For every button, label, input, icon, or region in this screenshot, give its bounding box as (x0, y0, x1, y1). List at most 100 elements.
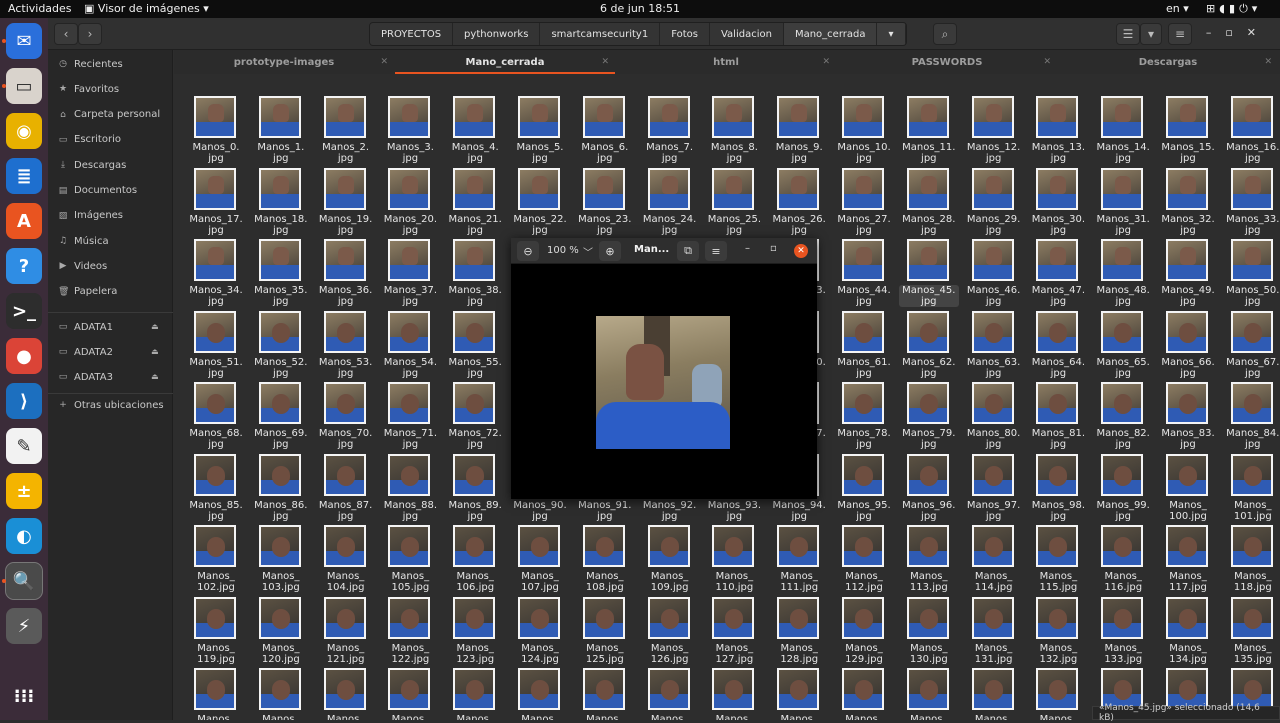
file-item[interactable]: Manos_3. jpg (380, 96, 440, 166)
file-item[interactable]: Manos_ 107.jpg (510, 525, 570, 595)
language-indicator[interactable]: en ▾ (1166, 2, 1189, 15)
file-item[interactable]: Manos_ 130.jpg (899, 596, 959, 667)
file-item[interactable]: Manos_ 129.jpg (834, 596, 894, 667)
file-item[interactable]: Manos_ 118.jpg (1223, 525, 1280, 595)
file-item[interactable]: Manos_55. jpg (445, 310, 505, 381)
file-item[interactable]: Manos_23. jpg (575, 167, 635, 238)
file-item[interactable]: Manos_11. jpg (899, 96, 959, 166)
file-item[interactable]: Manos_26. jpg (769, 167, 829, 238)
file-item[interactable]: Manos_44. jpg (834, 239, 894, 309)
file-item[interactable]: Manos_98. jpg (1028, 453, 1088, 524)
file-item[interactable]: Manos_83. jpg (1158, 382, 1218, 452)
file-item[interactable]: Manos_136.jpg (186, 668, 246, 720)
file-item[interactable]: Manos_32. jpg (1158, 167, 1218, 238)
file-item[interactable]: Manos_50. jpg (1223, 239, 1280, 309)
file-item[interactable]: Manos_ 126.jpg (640, 596, 700, 667)
zoom-out-button[interactable]: ⊖ (517, 241, 539, 261)
file-item[interactable]: Manos_139.jpg (380, 668, 440, 720)
chrome-launcher[interactable]: ● (6, 338, 42, 374)
software-launcher[interactable]: A (6, 203, 42, 239)
file-item[interactable]: Manos_ 120.jpg (251, 596, 311, 667)
file-item[interactable]: Manos_4. jpg (445, 96, 505, 166)
zoom-in-button[interactable]: ⊕ (599, 241, 621, 261)
sidebar-item-3[interactable]: ▭ Escritorio (58, 131, 121, 149)
file-item[interactable]: Manos_24. jpg (640, 167, 700, 238)
file-item[interactable]: Manos_71. jpg (380, 382, 440, 452)
file-item[interactable]: Manos_64. jpg (1028, 310, 1088, 381)
file-item[interactable]: Manos_149.jpg (1028, 668, 1088, 720)
thunderbird-launcher[interactable]: ✉ (6, 23, 42, 59)
file-item[interactable]: Manos_1. jpg (251, 96, 311, 166)
eject-icon[interactable]: ⏏ (151, 347, 159, 356)
file-item[interactable]: Manos_17. jpg (186, 167, 246, 238)
file-item[interactable]: Manos_96. jpg (899, 453, 959, 524)
file-item[interactable]: Manos_ 104.jpg (316, 525, 376, 595)
inkscape-launcher[interactable]: ✎ (6, 428, 42, 464)
image-viewer-launcher[interactable]: 🔍 (5, 562, 43, 600)
file-item[interactable]: Manos_ 111.jpg (769, 525, 829, 595)
file-item[interactable]: Manos_ 102.jpg (186, 525, 246, 595)
file-item[interactable]: Manos_10. jpg (834, 96, 894, 166)
file-item[interactable]: Manos_47. jpg (1028, 239, 1088, 309)
displayed-photo[interactable] (596, 316, 730, 449)
file-item[interactable]: Manos_148.jpg (964, 668, 1024, 720)
file-item[interactable]: Manos_2. jpg (316, 96, 376, 166)
close-icon[interactable]: ✕ (380, 57, 388, 67)
file-item[interactable]: Manos_18. jpg (251, 167, 311, 238)
file-item[interactable]: Manos_144.jpg (704, 668, 764, 720)
file-item[interactable]: Manos_22. jpg (510, 167, 570, 238)
file-item[interactable]: Manos_62. jpg (899, 310, 959, 381)
breadcrumb-item[interactable]: Fotos (660, 23, 710, 45)
file-item[interactable]: Manos_31. jpg (1093, 167, 1153, 238)
file-item[interactable]: Manos_46. jpg (964, 239, 1024, 309)
sidebar-item-1[interactable]: ★ Favoritos (58, 80, 119, 98)
breadcrumb-item[interactable]: Validacion (709, 23, 784, 45)
file-item[interactable]: Manos_142.jpg (575, 668, 635, 720)
view-options-button[interactable]: ▾ (1140, 23, 1162, 45)
file-item[interactable]: Manos_ 101.jpg (1223, 453, 1280, 524)
file-item[interactable]: Manos_12. jpg (964, 96, 1024, 166)
file-item[interactable]: Manos_37. jpg (380, 239, 440, 309)
file-item[interactable]: Manos_81. jpg (1028, 382, 1088, 452)
file-item[interactable]: Manos_ 122.jpg (380, 596, 440, 667)
maximize-icon[interactable]: ▫ (770, 243, 777, 254)
file-item[interactable]: Manos_ 131.jpg (964, 596, 1024, 667)
file-item[interactable]: Manos_ 121.jpg (316, 596, 376, 667)
file-item[interactable]: Manos_ 123.jpg (445, 596, 505, 667)
file-item[interactable]: Manos_33. jpg (1223, 167, 1280, 238)
file-item[interactable]: Manos_ 133.jpg (1093, 596, 1153, 667)
file-item[interactable]: Manos_84. jpg (1223, 382, 1280, 452)
file-item[interactable]: Manos_ 105.jpg (380, 525, 440, 595)
app-menu[interactable]: ▣ Visor de imágenes ▾ (84, 2, 209, 15)
file-item[interactable]: Manos_72. jpg (445, 382, 505, 452)
breadcrumb-item[interactable]: Mano_cerrada (783, 23, 878, 45)
file-item[interactable]: Manos_66. jpg (1158, 310, 1218, 381)
tab-0[interactable]: prototype-images ✕ (174, 50, 394, 74)
tab-1[interactable]: Mano_cerrada ✕ (395, 50, 615, 74)
file-item[interactable]: Manos_147.jpg (899, 668, 959, 720)
minimize-icon[interactable]: – (1206, 26, 1226, 39)
close-icon[interactable]: ✕ (822, 57, 830, 67)
tab-4[interactable]: Descargas ✕ (1058, 50, 1278, 74)
file-item[interactable]: Manos_87. jpg (316, 453, 376, 524)
file-item[interactable]: Manos_0. jpg (186, 96, 246, 166)
file-item[interactable]: Manos_21. jpg (445, 167, 505, 238)
file-item[interactable]: Manos_20. jpg (380, 167, 440, 238)
file-item[interactable]: Manos_52. jpg (251, 310, 311, 381)
rhythmbox-launcher[interactable]: ◉ (6, 113, 42, 149)
file-item[interactable]: Manos_15. jpg (1158, 96, 1218, 166)
file-item[interactable]: Manos_143.jpg (640, 668, 700, 720)
file-item[interactable]: Manos_28. jpg (899, 167, 959, 238)
file-item[interactable]: Manos_49. jpg (1158, 239, 1218, 309)
help-launcher[interactable]: ? (6, 248, 42, 284)
file-item[interactable]: Manos_ 108.jpg (575, 525, 635, 595)
sidebar-item-8[interactable]: ▶ Videos (58, 257, 108, 275)
terminal-launcher[interactable]: >_ (6, 293, 42, 329)
sidebar-item-9[interactable]: 🗑 Papelera (58, 283, 117, 301)
close-icon[interactable]: ✕ (1247, 26, 1270, 39)
show-apps-button[interactable]: ⁝⁝⁝ (6, 678, 42, 714)
file-item[interactable]: Manos_30. jpg (1028, 167, 1088, 238)
file-item[interactable]: Manos_95. jpg (834, 453, 894, 524)
zoom-level[interactable]: 100 % (547, 245, 579, 256)
file-item[interactable]: Manos_ 127.jpg (704, 596, 764, 667)
